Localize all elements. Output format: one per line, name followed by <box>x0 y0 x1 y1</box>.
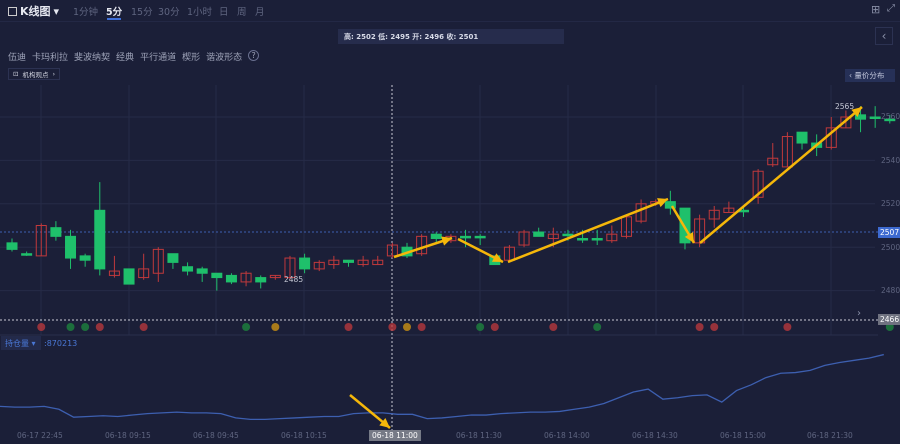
x-label: 06-18 15:00 <box>720 431 766 440</box>
candle-down <box>182 266 194 272</box>
signal-marker-icon <box>37 323 46 331</box>
indicator-value: :870213 <box>44 339 78 348</box>
x-label: 06-18 09:15 <box>105 431 151 440</box>
candle-down <box>460 235 472 239</box>
candle-down <box>79 255 91 261</box>
low-marker: 2485 <box>284 275 304 284</box>
candle-down <box>6 242 18 250</box>
current-price-tag: 2507 <box>878 227 900 238</box>
signal-marker-icon <box>66 323 75 331</box>
candle-down <box>533 231 545 237</box>
candle-down <box>167 253 179 263</box>
candle-down <box>94 209 106 270</box>
signal-marker-icon <box>695 323 704 331</box>
x-label: 06-18 21:30 <box>807 431 853 440</box>
candle-down <box>255 277 267 283</box>
signal-marker-icon <box>388 323 397 331</box>
y-label: 2540 <box>881 156 900 165</box>
candle-down <box>225 274 237 283</box>
signal-marker-icon <box>417 323 426 331</box>
signal-marker-icon <box>271 323 280 331</box>
candle-down <box>299 257 311 270</box>
signal-marker-icon <box>490 323 499 331</box>
trend-arrow <box>507 197 669 264</box>
indicator-selector[interactable]: 持仓量 ▾ <box>1 336 41 350</box>
candle-down <box>196 268 208 274</box>
trend-arrow <box>699 106 863 244</box>
x-label: 06-18 09:45 <box>193 431 239 440</box>
candle-down <box>869 116 881 119</box>
y-label: 2560 <box>881 112 900 121</box>
x-label: 06-18 11:30 <box>456 431 502 440</box>
candle-down <box>50 227 62 237</box>
signal-marker-icon <box>139 323 148 331</box>
candle-down <box>430 233 442 240</box>
open-interest-line <box>0 353 884 421</box>
candle-down <box>591 238 603 241</box>
signal-marker-icon <box>81 323 90 331</box>
candle-down <box>65 235 77 259</box>
signal-marker-icon <box>242 323 251 331</box>
signal-marker-icon <box>549 323 558 331</box>
y-label: 2500 <box>881 243 900 252</box>
y-label: 2520 <box>881 199 900 208</box>
signal-marker-icon <box>710 323 719 331</box>
high-marker: 2565 <box>835 102 855 111</box>
candle-down <box>796 131 808 144</box>
candle-down <box>474 235 486 239</box>
candle-down <box>342 259 354 263</box>
crosshair-time-label: 06-18 11:00 <box>369 430 421 441</box>
y-label: 2480 <box>881 286 900 295</box>
kline-chart[interactable] <box>0 0 900 444</box>
candle-down <box>211 272 223 279</box>
signal-marker-icon <box>344 323 353 331</box>
signal-marker-icon <box>476 323 485 331</box>
signal-marker-icon <box>783 323 792 331</box>
candle-down <box>577 238 589 241</box>
candle-down <box>21 253 33 256</box>
scroll-right-icon[interactable]: › <box>857 308 861 319</box>
x-label: 06-17 22:45 <box>17 431 63 440</box>
signal-marker-icon <box>593 323 602 331</box>
signal-marker-icon <box>403 323 412 331</box>
x-label: 06-18 10:15 <box>281 431 327 440</box>
candle-down <box>562 233 574 237</box>
candle-down <box>123 268 135 285</box>
x-label: 06-18 14:30 <box>632 431 678 440</box>
x-label: 06-18 14:00 <box>544 431 590 440</box>
line-price-tag: 2466 <box>878 314 900 325</box>
signal-marker-icon <box>95 323 104 331</box>
